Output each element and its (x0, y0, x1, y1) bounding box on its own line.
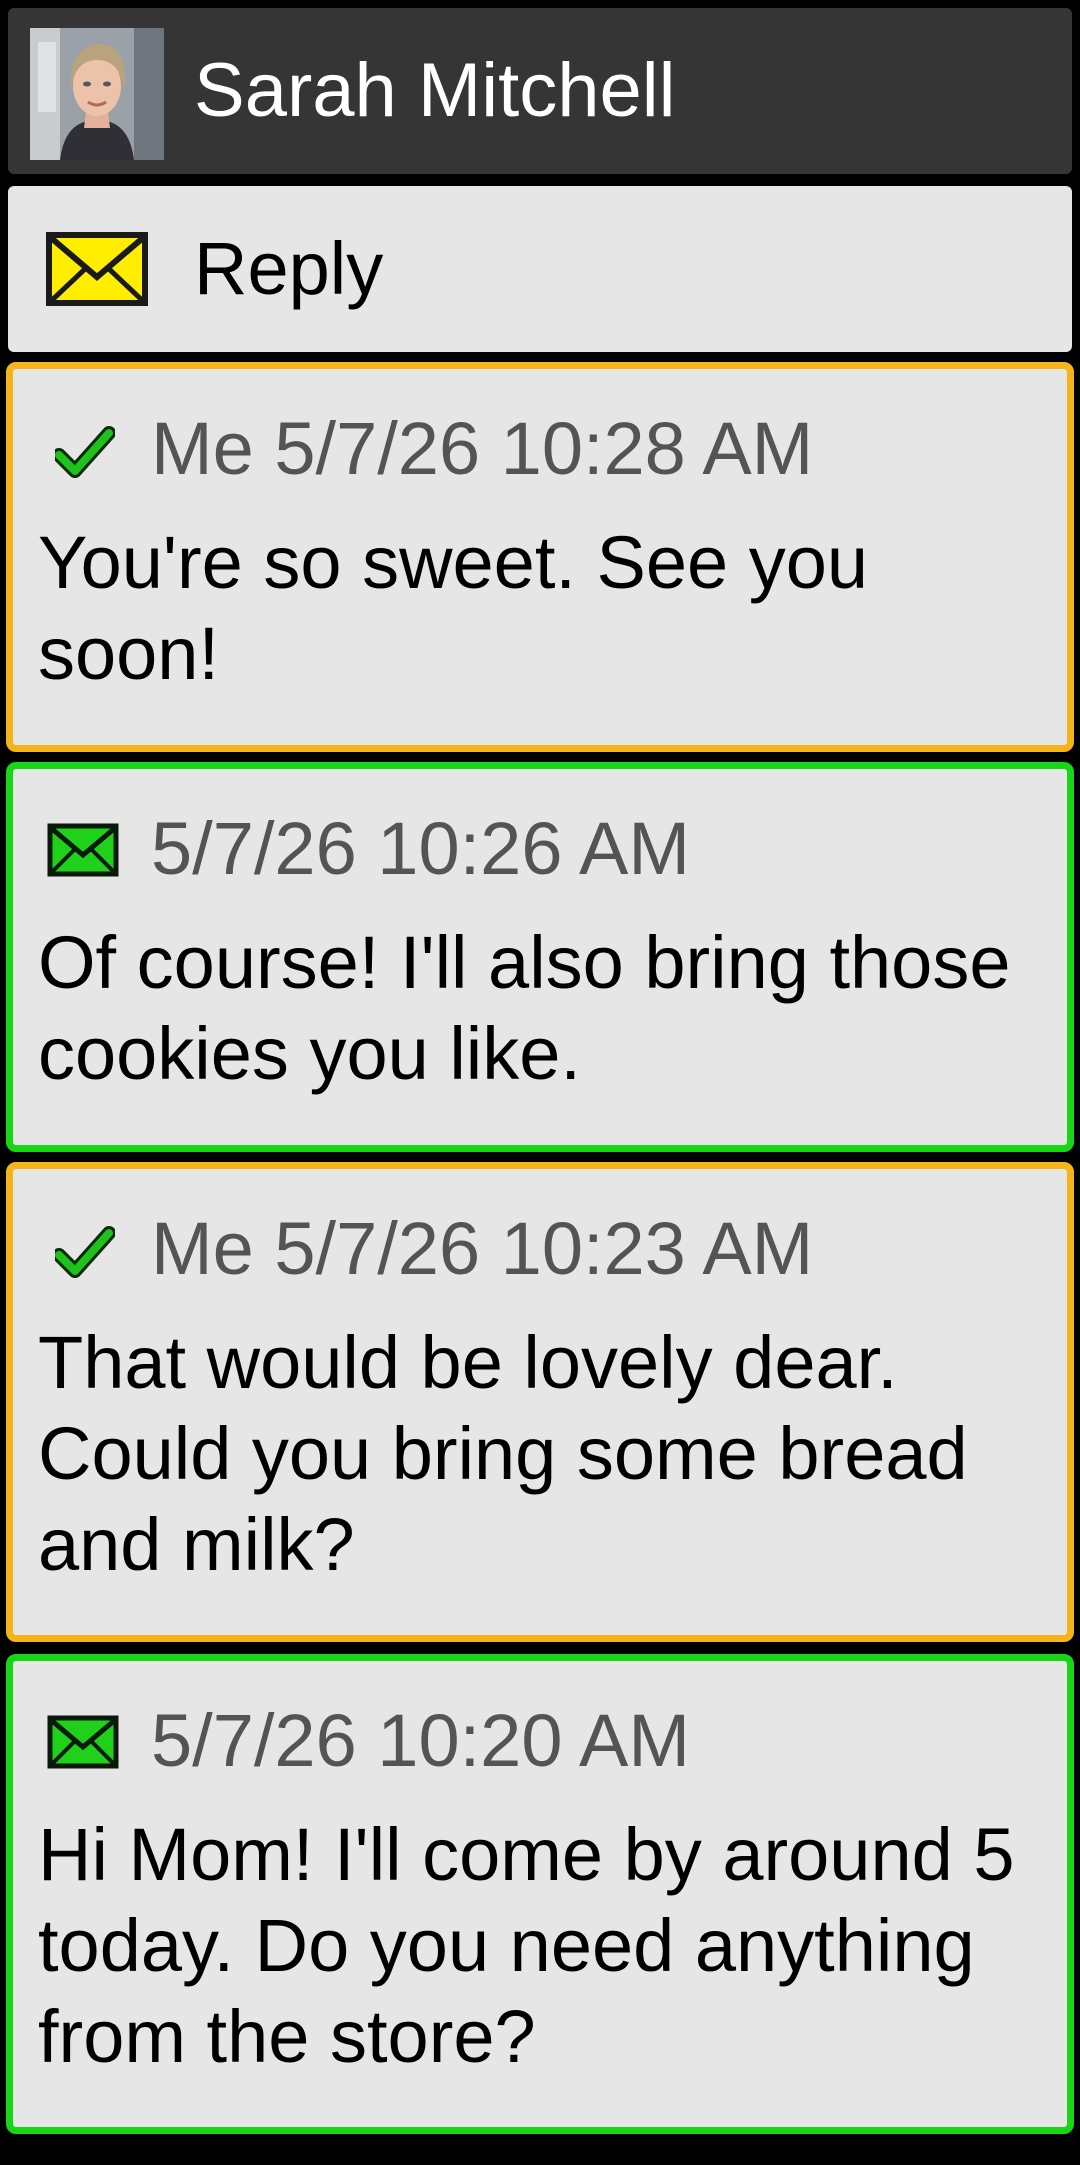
message-text: Of course! I'll also bring those cookies… (38, 921, 1011, 1095)
message-card-received[interactable]: 5/7/26 10:20 AM Hi Mom! I'll come by aro… (6, 1654, 1074, 2134)
message-header: 5/7/26 10:20 AM (13, 1661, 1067, 1821)
message-card-received[interactable]: 5/7/26 10:26 AM Of course! I'll also bri… (6, 762, 1074, 1152)
message-header: Me 5/7/26 10:23 AM (13, 1169, 1067, 1329)
envelope-icon (47, 1715, 119, 1769)
avatar[interactable] (30, 28, 164, 160)
message-card-sent[interactable]: Me 5/7/26 10:28 AM You're so sweet. See … (6, 362, 1074, 752)
message-card-sent[interactable]: Me 5/7/26 10:23 AM That would be lovely … (6, 1162, 1074, 1642)
contact-header: Sarah Mitchell (8, 8, 1072, 174)
message-meta: Me 5/7/26 10:28 AM (151, 407, 814, 490)
checkmark-icon (55, 1226, 115, 1278)
message-meta: Me 5/7/26 10:23 AM (151, 1207, 814, 1290)
message-meta: 5/7/26 10:26 AM (151, 807, 690, 890)
message-header: Me 5/7/26 10:28 AM (13, 369, 1067, 529)
reply-label: Reply (194, 227, 384, 310)
contact-name: Sarah Mitchell (194, 48, 676, 133)
message-text: Hi Mom! I'll come by around 5 today. Do … (38, 1813, 1015, 2078)
message-header: 5/7/26 10:26 AM (13, 769, 1067, 929)
contact-photo-icon (30, 28, 164, 160)
envelope-icon (47, 823, 119, 877)
envelope-icon (46, 232, 148, 306)
message-meta: 5/7/26 10:20 AM (151, 1699, 690, 1782)
reply-button[interactable]: Reply (8, 186, 1072, 352)
checkmark-icon (55, 426, 115, 478)
message-text: You're so sweet. See you soon! (38, 521, 869, 695)
message-text: That would be lovely dear. Could you bri… (38, 1321, 968, 1586)
